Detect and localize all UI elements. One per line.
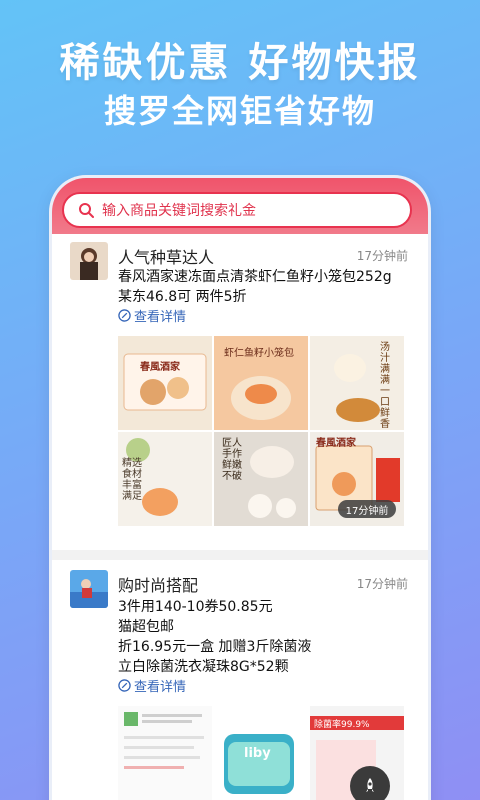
avatar[interactable]	[70, 570, 108, 608]
post-divider	[52, 550, 428, 560]
image-caption: 春風酒家	[316, 438, 356, 449]
time-badge: 17分钟前	[338, 500, 396, 518]
product-image[interactable]: 春風酒家 17分钟前	[310, 432, 404, 526]
product-image[interactable]: 精选食材 丰富满足	[118, 432, 212, 526]
product-image[interactable]: 汤汁满满 一口鲜香	[310, 336, 404, 430]
image-caption: 虾仁鱼籽小笼包	[224, 348, 294, 359]
link-icon	[118, 679, 131, 692]
post-text-line: 3件用140-10券50.85元	[118, 599, 273, 615]
image-caption: 汤汁满满 一口鲜香	[380, 342, 390, 430]
image-caption: 春風酒家	[140, 362, 180, 373]
feed-post: 人气种草达人 17分钟前 春风酒家速冻面点清茶虾仁鱼籽小笼包252g 某东46.…	[52, 234, 428, 552]
search-placeholder: 输入商品关键词搜索礼金	[102, 203, 256, 219]
search-icon	[79, 203, 94, 218]
search-bar[interactable]: 输入商品关键词搜索礼金	[62, 192, 412, 228]
view-details-link[interactable]: 查看详情	[118, 676, 186, 695]
product-image[interactable]: 虾仁鱼籽小笼包	[214, 336, 308, 430]
phone-frame: 输入商品关键词搜索礼金 人气种草达人 17分钟前 春风酒家速冻面点清茶虾仁鱼籽小…	[52, 178, 428, 800]
product-image[interactable]: liby	[214, 706, 308, 800]
avatar[interactable]	[70, 242, 108, 280]
post-text-line: 立白除菌洗衣凝珠8G*52颗	[118, 659, 289, 675]
rocket-button[interactable]	[350, 766, 390, 800]
product-image[interactable]: 除菌率99.9%	[310, 706, 404, 800]
banner-headline: 稀缺优惠 好物快报	[59, 40, 421, 86]
image-caption: 匠人手作 鲜嫩不破	[222, 438, 242, 482]
image-caption: 精选食材 丰富满足	[122, 458, 142, 502]
search-header: 输入商品关键词搜索礼金	[52, 178, 428, 234]
banner-subline: 搜罗全网钜省好物	[103, 92, 376, 130]
image-caption: 除菌率99.9%	[314, 720, 370, 730]
link-icon	[118, 309, 131, 322]
view-details-label: 查看详情	[134, 310, 187, 325]
post-time: 17分钟前	[356, 577, 408, 591]
post-author: 购时尚搭配	[118, 576, 199, 595]
view-details-label: 查看详情	[134, 680, 187, 695]
post-text-line: 折16.95元一盒 加赠3斤除菌液	[118, 639, 312, 655]
product-image[interactable]	[118, 706, 212, 800]
feed-post: 购时尚搭配 17分钟前 3件用140-10券50.85元 猫超包邮 折16.95…	[52, 560, 428, 800]
rocket-icon	[366, 778, 374, 792]
product-image[interactable]: 匠人手作 鲜嫩不破	[214, 432, 308, 526]
post-text-line: 猫超包邮	[118, 619, 174, 635]
post-text-line: 某东46.8可 两件5折	[118, 289, 247, 305]
image-caption: liby	[244, 746, 271, 761]
post-author: 人气种草达人	[118, 248, 215, 267]
post-time: 17分钟前	[356, 249, 408, 263]
post-text-line: 春风酒家速冻面点清茶虾仁鱼籽小笼包252g	[118, 269, 392, 285]
product-image[interactable]: 春風酒家	[118, 336, 212, 430]
view-details-link[interactable]: 查看详情	[118, 306, 186, 325]
